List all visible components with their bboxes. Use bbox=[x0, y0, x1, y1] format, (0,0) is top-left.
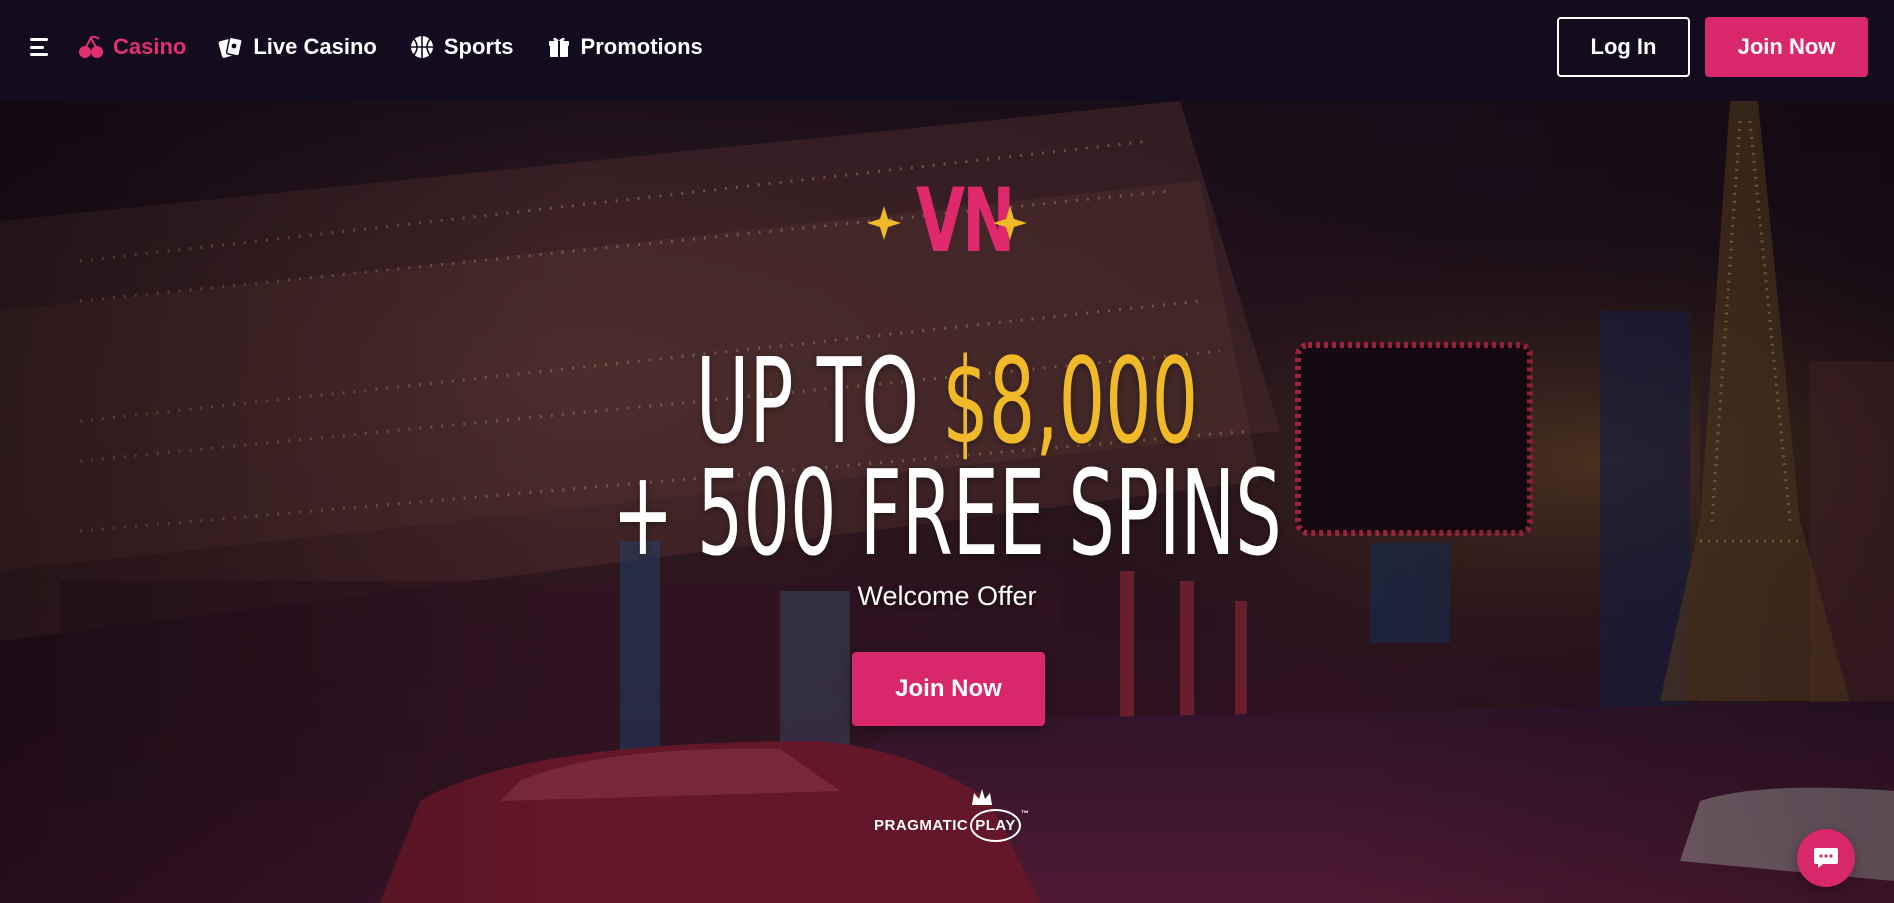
nav-item-label: Casino bbox=[113, 34, 187, 59]
join-now-hero-button[interactable]: Join Now bbox=[852, 652, 1045, 726]
provider-name-play: PLAY bbox=[970, 809, 1021, 842]
nav-item-live-casino[interactable]: Live Casino bbox=[218, 34, 377, 60]
nav-item-casino[interactable]: Casino bbox=[78, 34, 186, 60]
nav-item-promotions[interactable]: Promotions bbox=[546, 34, 703, 60]
nav-item-label: Promotions bbox=[580, 34, 703, 59]
offer-headline-line1: UP TO $8,000 bbox=[360, 341, 1534, 461]
nav-item-label: Live Casino bbox=[253, 34, 377, 59]
main-nav: Casino Live Casino Sports Promotions bbox=[78, 28, 735, 66]
basketball-icon bbox=[410, 36, 433, 58]
welcome-offer-subtitle: Welcome Offer bbox=[857, 581, 1037, 611]
logo-text: VN bbox=[916, 169, 1015, 272]
nav-item-label: Sports bbox=[443, 34, 514, 59]
cherries-icon bbox=[79, 35, 103, 58]
top-navigation-bar: Casino Live Casino Sports Promotions Log… bbox=[0, 0, 1894, 101]
playing-cards-icon bbox=[218, 36, 244, 58]
chat-bubble-icon bbox=[1814, 848, 1838, 868]
sparkle-star-icon bbox=[867, 206, 901, 240]
hero-banner: VN UP TO $8,000 + 500 FREE SPINS Welcome… bbox=[0, 101, 1894, 903]
pragmatic-play-logo: PRAGMATIC PLAY™ bbox=[872, 787, 1029, 847]
offer-headline-line2: + 500 FREE SPINS bbox=[612, 444, 1282, 582]
crown-icon bbox=[972, 789, 992, 805]
sparkle-star-icon bbox=[993, 206, 1027, 240]
trademark-symbol: ™ bbox=[1020, 809, 1030, 818]
provider-name: PRAGMATIC bbox=[874, 817, 969, 834]
hamburger-menu-icon[interactable] bbox=[30, 38, 50, 56]
chat-support-button[interactable] bbox=[1797, 829, 1855, 887]
brand-logo: VN bbox=[862, 171, 1032, 271]
nav-item-sports[interactable]: Sports bbox=[409, 34, 514, 60]
provider-wordmark: PRAGMATIC PLAY™ bbox=[874, 809, 1029, 842]
login-button[interactable]: Log In bbox=[1557, 17, 1690, 77]
join-now-header-button[interactable]: Join Now bbox=[1705, 17, 1868, 77]
gift-icon bbox=[548, 37, 569, 57]
